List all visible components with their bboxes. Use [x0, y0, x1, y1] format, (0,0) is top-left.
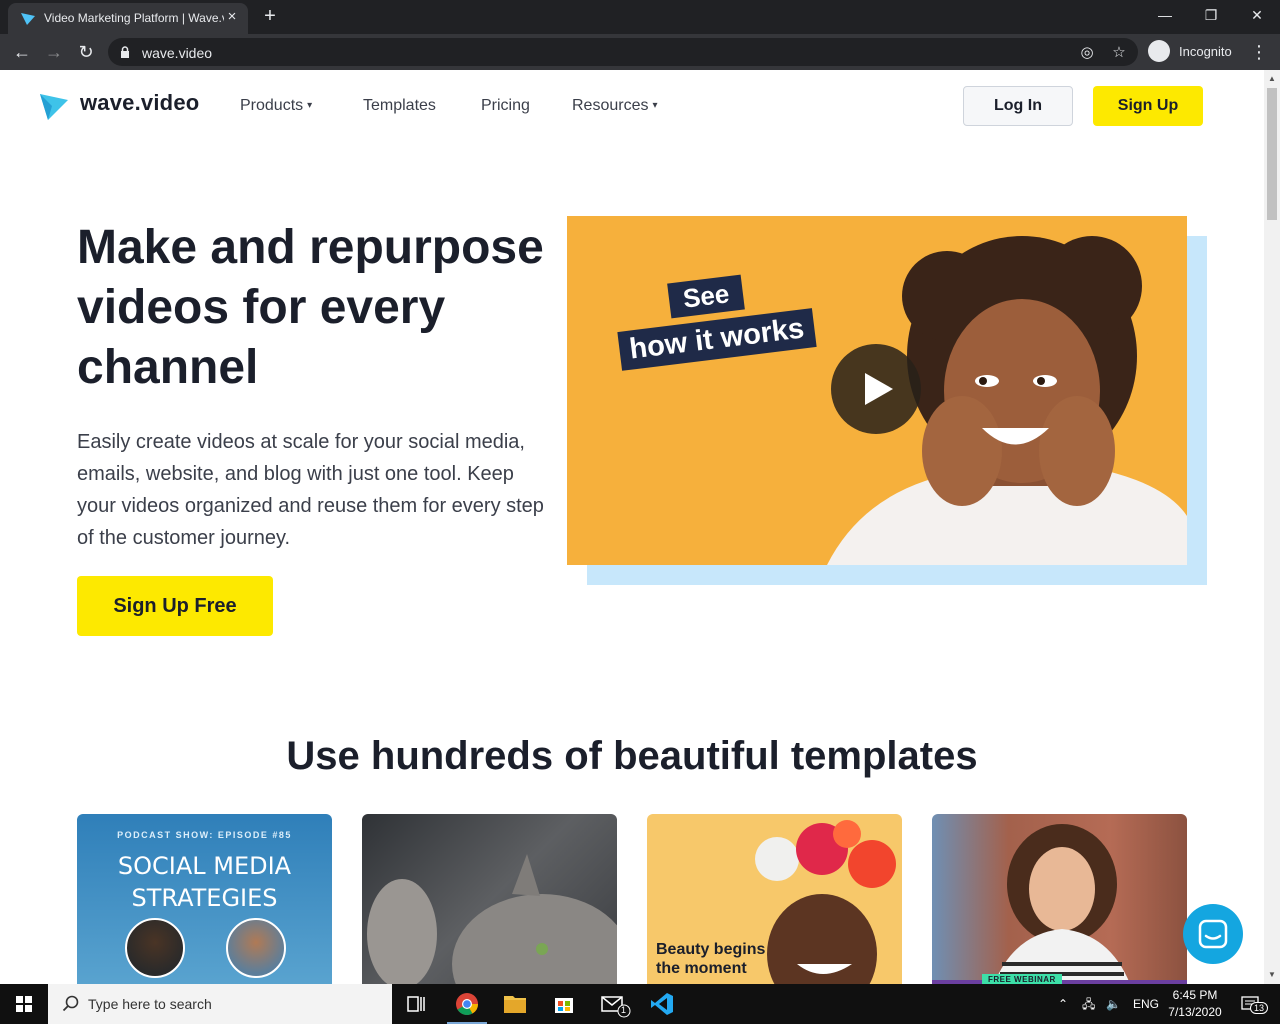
wave-favicon-icon: [21, 13, 35, 25]
nav-resources-label: Resources: [572, 97, 649, 114]
logo-text: wave.video: [80, 90, 200, 115]
reload-icon[interactable]: ↻: [74, 40, 98, 64]
clock-time: 6:45 PM: [1172, 988, 1218, 1002]
nav-pricing[interactable]: Pricing: [481, 97, 530, 115]
card-title-line1: SOCIAL MEDIA: [117, 852, 292, 880]
card-title: SOCIAL MEDIA STRATEGIES: [77, 850, 332, 914]
chat-icon: [1198, 919, 1228, 949]
store-icon[interactable]: [540, 984, 588, 1024]
volume-icon[interactable]: 🔈: [1106, 984, 1126, 1024]
page-scrollbar[interactable]: ▲ ▼: [1264, 70, 1280, 984]
taskbar-search[interactable]: Type here to search: [48, 984, 392, 1024]
address-bar[interactable]: wave.video ◎ ☆: [108, 38, 1138, 66]
hero-description: Easily create videos at scale for your s…: [77, 431, 544, 549]
windows-taskbar: Type here to search 1 ⌃ 🖧 🔈 ENG 6:45 PM …: [0, 984, 1280, 1024]
play-icon: [865, 373, 893, 405]
card-text: Beauty begins the moment: [656, 940, 765, 978]
nav-pricing-label: Pricing: [481, 97, 530, 114]
url-text: wave.video: [142, 45, 213, 61]
woman-glasses-image: [994, 824, 1130, 984]
close-icon[interactable]: ✕: [1234, 0, 1280, 32]
template-card-beauty[interactable]: Beauty begins the moment: [647, 814, 902, 984]
tray-chevron-up-icon[interactable]: ⌃: [1058, 984, 1076, 1024]
forward-icon[interactable]: →: [42, 40, 66, 64]
tab-title: Video Marketing Platform | Wave.video: [44, 11, 224, 25]
browser-tab-bar: Video Marketing Platform | Wave.video × …: [0, 0, 1280, 34]
card-eyebrow: PODCAST SHOW: EPISODE #85: [117, 830, 292, 840]
search-placeholder: Type here to search: [88, 996, 212, 1012]
clock-date: 7/13/2020: [1168, 1005, 1222, 1019]
avatar: [226, 918, 286, 978]
language-indicator[interactable]: ENG: [1133, 984, 1159, 1024]
webinar-badge: FREE WEBINAR: [982, 974, 1062, 984]
chrome-taskbar-icon[interactable]: [443, 984, 491, 1024]
templates-heading: Use hundreds of beautiful templates: [286, 734, 978, 778]
back-icon[interactable]: ←: [10, 40, 34, 64]
mail-icon[interactable]: 1: [589, 984, 637, 1024]
search-icon: [62, 995, 79, 1012]
notification-count: 13: [1250, 1002, 1269, 1014]
new-tab-button[interactable]: +: [260, 6, 280, 26]
network-icon[interactable]: 🖧: [1082, 984, 1102, 1024]
nav-products[interactable]: Products ▾: [240, 97, 312, 115]
eye-off-icon[interactable]: ◎: [1078, 44, 1096, 62]
chat-launcher-button[interactable]: [1183, 904, 1243, 964]
chevron-down-icon: ▾: [307, 100, 313, 111]
minimize-icon[interactable]: —: [1142, 0, 1188, 32]
notifications-icon[interactable]: 13: [1238, 984, 1269, 1024]
signup-button[interactable]: Sign Up: [1093, 86, 1203, 126]
restore-icon[interactable]: ❐: [1188, 0, 1234, 32]
vscode-icon[interactable]: [638, 984, 686, 1024]
lock-icon: [121, 46, 129, 58]
nav-products-label: Products: [240, 97, 304, 114]
card-title-line2: STRATEGIES: [131, 884, 278, 912]
incognito-icon: [1148, 40, 1170, 62]
scrollbar-thumb[interactable]: [1267, 88, 1277, 220]
nav-templates[interactable]: Templates: [363, 97, 436, 115]
hero-title: Make and repurpose videos for every chan…: [77, 221, 544, 394]
scroll-down-icon[interactable]: ▼: [1268, 970, 1276, 979]
template-card-podcast[interactable]: PODCAST SHOW: EPISODE #85 SOCIAL MEDIA S…: [77, 814, 332, 984]
chevron-down-icon: ▾: [652, 100, 658, 111]
more-vert-icon[interactable]: ⋮: [1250, 40, 1268, 64]
mail-badge: 1: [621, 1005, 627, 1015]
nav-templates-label: Templates: [363, 97, 436, 114]
play-button[interactable]: [831, 344, 921, 434]
taskbar-clock[interactable]: 6:45 PM 7/13/2020: [1160, 987, 1230, 1021]
template-card-cat[interactable]: [362, 814, 617, 984]
wave-logo-icon: [40, 94, 68, 120]
cat-image: [367, 854, 617, 984]
browser-toolbar: ← → ↻ wave.video ◎ ☆ Incognito ⋮: [0, 34, 1280, 70]
browser-tab[interactable]: Video Marketing Platform | Wave.video ×: [8, 3, 248, 34]
incognito-label: Incognito: [1179, 44, 1232, 59]
scroll-up-icon[interactable]: ▲: [1268, 74, 1276, 83]
star-icon[interactable]: ☆: [1110, 44, 1128, 62]
tab-close-icon[interactable]: ×: [224, 9, 240, 25]
windows-start-icon[interactable]: [16, 996, 32, 1012]
login-button[interactable]: Log In: [963, 86, 1073, 126]
card-text-line1: Beauty begins: [656, 941, 766, 958]
template-card-webinar[interactable]: FREE WEBINAR: [932, 814, 1187, 984]
file-explorer-icon[interactable]: [491, 984, 539, 1024]
task-view-icon[interactable]: [392, 984, 440, 1024]
signup-free-button[interactable]: Sign Up Free: [77, 576, 273, 636]
card-text-line2: the moment: [656, 960, 747, 977]
page-viewport: wave.video Products ▾ Templates Pricing R…: [0, 70, 1264, 984]
avatar: [125, 918, 185, 978]
hero-video[interactable]: See how it works: [567, 216, 1187, 565]
nav-resources[interactable]: Resources ▾: [572, 97, 658, 115]
